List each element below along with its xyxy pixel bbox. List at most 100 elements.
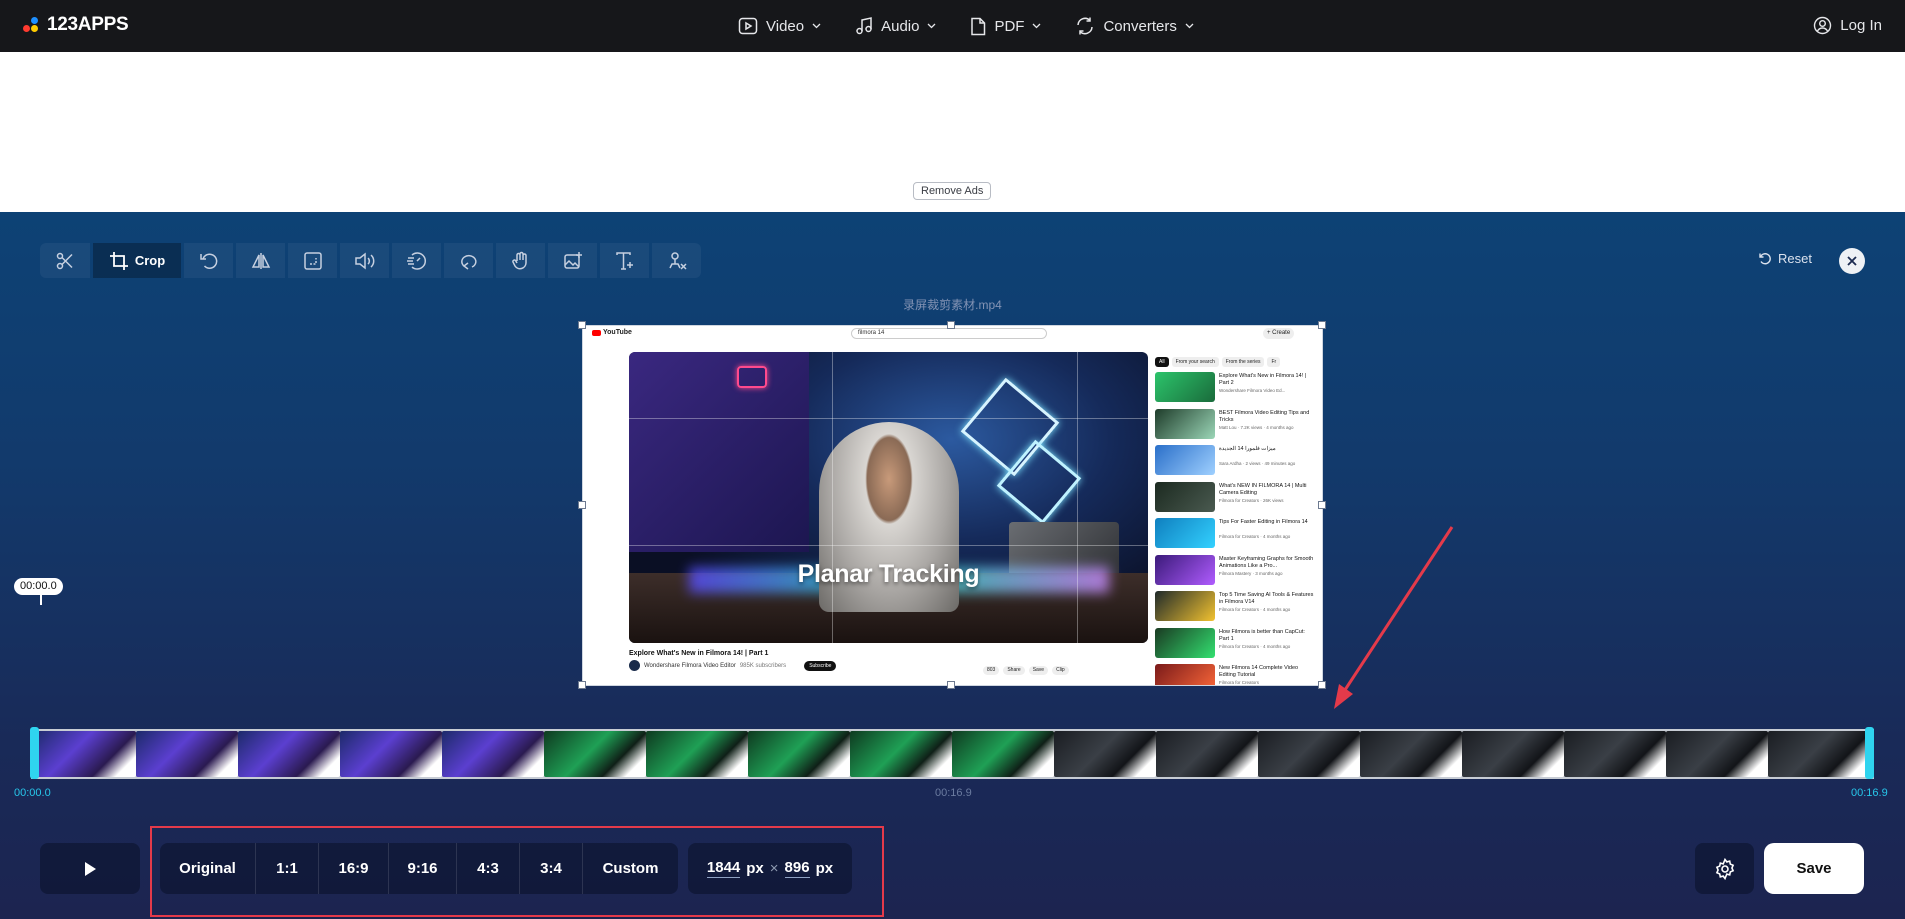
video-preview[interactable]: YouTube filmora 14 + Create Planar Track…: [582, 325, 1323, 686]
volume-icon: [354, 251, 374, 270]
channel-subscribers: 985K subscribers: [739, 662, 787, 669]
timeline-frame-thumbnail: [34, 731, 136, 777]
timeline-strip[interactable]: [31, 729, 1874, 779]
video-icon: [738, 17, 758, 35]
crop-dimensions: 1844 px × 896 px: [688, 843, 852, 894]
trim-handle-end[interactable]: [1865, 727, 1874, 779]
ratio-9-16-button[interactable]: 9:16: [389, 843, 457, 894]
youtube-subscribe-button: Subscribe: [804, 660, 837, 671]
stabilize-tool[interactable]: [496, 243, 545, 278]
main-nav: Video Audio PDF Converters: [738, 0, 1194, 52]
nav-video-label: Video: [766, 17, 805, 35]
playhead-time-badge: 00:00.0: [14, 578, 63, 595]
login-button[interactable]: Log In: [1813, 16, 1882, 35]
loop-icon: [460, 254, 477, 270]
ratio-3-4-button[interactable]: 3:4: [520, 843, 583, 894]
add-image-tool[interactable]: [548, 243, 597, 278]
crop-grid-line: [629, 418, 1148, 419]
crop-handle-top-right[interactable]: [1318, 321, 1326, 329]
timeline-frame-thumbnail: [1054, 731, 1156, 777]
timeline-frame-thumbnail: [1666, 731, 1768, 777]
chevron-down-icon: [1033, 23, 1041, 29]
ratio-4-3-button[interactable]: 4:3: [457, 843, 520, 894]
crop-handle-top-left[interactable]: [578, 321, 586, 329]
crop-tool[interactable]: Crop: [93, 243, 181, 278]
speed-icon: [406, 251, 426, 270]
convert-icon: [1077, 17, 1094, 35]
ratio-1-1-button[interactable]: 1:1: [256, 843, 319, 894]
volume-tool[interactable]: [340, 243, 389, 278]
cut-tool[interactable]: [40, 243, 90, 278]
nav-audio-label: Audio: [881, 17, 920, 35]
reset-button[interactable]: Reset: [1758, 251, 1812, 266]
recommendation-item: New Filmora 14 Complete Video Editing Tu…: [1155, 664, 1320, 685]
flip-tool[interactable]: [236, 243, 285, 278]
nav-converters-label: Converters: [1103, 17, 1177, 35]
nav-converters[interactable]: Converters: [1075, 16, 1194, 36]
timeline-frame-thumbnail: [1564, 731, 1666, 777]
times-icon: ×: [769, 860, 779, 877]
ratio-original-button[interactable]: Original: [160, 843, 256, 894]
recommendation-item: Tips For Faster Editing in Filmora 14 Fil…: [1155, 518, 1320, 549]
ratio-16-9-button[interactable]: 16:9: [319, 843, 389, 894]
pdf-file-icon: [971, 17, 986, 35]
close-editor-button[interactable]: [1839, 248, 1865, 274]
crop-handle-left[interactable]: [578, 501, 586, 509]
youtube-channel: Wondershare Filmora Video Editor 985K su…: [629, 660, 837, 671]
crop-height-input[interactable]: 896: [784, 859, 810, 878]
logo-text: 123APPS: [47, 14, 129, 35]
resize-tool[interactable]: [288, 243, 337, 278]
rotate-tool[interactable]: [184, 243, 233, 278]
timeline-start-time: 00:00.0: [14, 787, 51, 799]
app-logo[interactable]: 123APPS: [23, 14, 129, 36]
youtube-create-button: + Create: [1263, 328, 1295, 339]
crop-icon: [109, 251, 128, 270]
remove-logo-tool[interactable]: [652, 243, 701, 278]
channel-name: Wondershare Filmora Video Editor: [644, 662, 736, 669]
ratio-custom-button[interactable]: Custom: [583, 843, 678, 894]
clip-action: Clip: [1052, 666, 1069, 675]
crop-handle-right[interactable]: [1318, 501, 1326, 509]
video-caption: Planar Tracking: [797, 560, 980, 588]
timeline-middle-time: 00:16.9: [935, 787, 972, 799]
recommendation-item: What's NEW IN FILMORA 14 | Multi Camera …: [1155, 481, 1320, 513]
play-button[interactable]: [40, 843, 140, 894]
trim-handle-start[interactable]: [30, 727, 39, 779]
nav-pdf[interactable]: PDF: [970, 17, 1041, 36]
speed-tool[interactable]: [392, 243, 441, 278]
stabilize-hand-icon: [511, 251, 527, 269]
crop-grid-line: [832, 352, 833, 643]
loop-tool[interactable]: [444, 243, 493, 278]
scene-neon-heart: [737, 366, 767, 388]
timeline-frame-thumbnail: [544, 731, 646, 777]
video-filename: 录屏裁剪素材.mp4: [903, 298, 1002, 312]
nav-pdf-label: PDF: [994, 17, 1025, 35]
scissors-icon: [56, 252, 73, 269]
nav-video[interactable]: Video: [738, 17, 821, 35]
save-button[interactable]: Save: [1764, 843, 1864, 894]
crop-handle-bottom-left[interactable]: [578, 681, 586, 689]
height-unit: px: [815, 860, 834, 877]
add-text-tool[interactable]: [600, 243, 649, 278]
timeline-frame-thumbnail: [1156, 731, 1258, 777]
crop-tool-label: Crop: [134, 253, 166, 268]
login-label: Log In: [1840, 17, 1882, 34]
remove-ads-button[interactable]: Remove Ads: [913, 182, 992, 200]
crop-width-input[interactable]: 1844: [706, 859, 741, 878]
crop-handle-top[interactable]: [947, 321, 955, 329]
timeline-end-time: 00:16.9: [1851, 787, 1888, 799]
flip-icon: [251, 252, 270, 269]
crop-handle-bottom[interactable]: [947, 681, 955, 689]
timeline-frame-thumbnail: [340, 731, 442, 777]
youtube-filter-chips: All From your search From the series Fr: [1155, 357, 1281, 367]
playhead-line[interactable]: [40, 595, 42, 605]
settings-button[interactable]: [1695, 843, 1754, 894]
timeline-frame-thumbnail: [1360, 731, 1462, 777]
youtube-logo: YouTube: [592, 329, 632, 336]
chip: From the series: [1221, 357, 1265, 367]
crop-grid-line: [629, 545, 1148, 546]
reset-icon: [1759, 252, 1771, 264]
share-action: Share: [1003, 666, 1025, 675]
nav-audio[interactable]: Audio: [855, 17, 936, 35]
like-count: 803: [983, 666, 1000, 675]
